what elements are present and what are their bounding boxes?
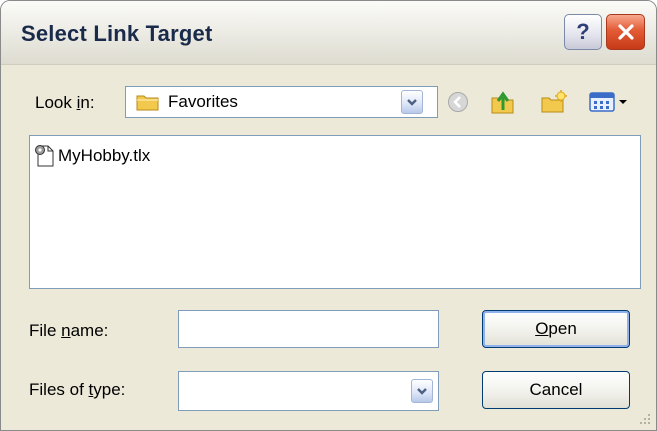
files-of-type-label: Files of type: (29, 380, 126, 399)
up-one-level-button[interactable] (488, 87, 518, 117)
close-icon (617, 24, 634, 40)
open-button-label: Open (535, 319, 577, 338)
help-button[interactable]: ? (564, 14, 602, 50)
cancel-button-label: Cancel (529, 380, 583, 399)
file-list[interactable]: MyHobby.tlx (29, 135, 641, 289)
files-of-type-dropdown-button[interactable] (411, 379, 433, 403)
close-button[interactable] (606, 14, 645, 50)
view-menu-icon (589, 92, 627, 112)
look-in-value: Favorites (168, 92, 238, 111)
look-in-dropdown-button[interactable] (401, 90, 423, 114)
file-name-input[interactable] (178, 310, 439, 348)
file-name-label: MyHobby.tlx (58, 146, 151, 165)
dialog-title: Select Link Target (21, 21, 213, 46)
back-arrow-icon (448, 92, 468, 112)
look-in-dropdown[interactable]: Favorites (125, 86, 438, 118)
title-bar[interactable]: Select Link Target ? (1, 1, 656, 65)
cancel-button[interactable]: Cancel (482, 371, 630, 409)
open-button[interactable]: Open (482, 310, 630, 348)
resize-grip-icon[interactable] (638, 412, 652, 426)
chevron-down-icon (417, 388, 427, 395)
look-in-label: Look in: (35, 93, 95, 112)
folder-icon (136, 95, 159, 111)
new-folder-icon (541, 90, 567, 113)
view-menu-button[interactable] (587, 87, 631, 117)
select-link-target-dialog: Select Link Target ? Look in: Favorites (0, 0, 657, 431)
new-folder-button[interactable] (539, 87, 569, 117)
help-icon: ? (576, 19, 590, 44)
up-folder-icon (491, 91, 514, 114)
file-name-label: File name: (29, 321, 109, 340)
back-button[interactable] (444, 87, 472, 117)
chevron-down-icon (407, 99, 417, 106)
file-shortcut-icon (35, 145, 54, 167)
files-of-type-dropdown[interactable] (178, 371, 439, 411)
file-item[interactable]: MyHobby.tlx (34, 144, 150, 168)
